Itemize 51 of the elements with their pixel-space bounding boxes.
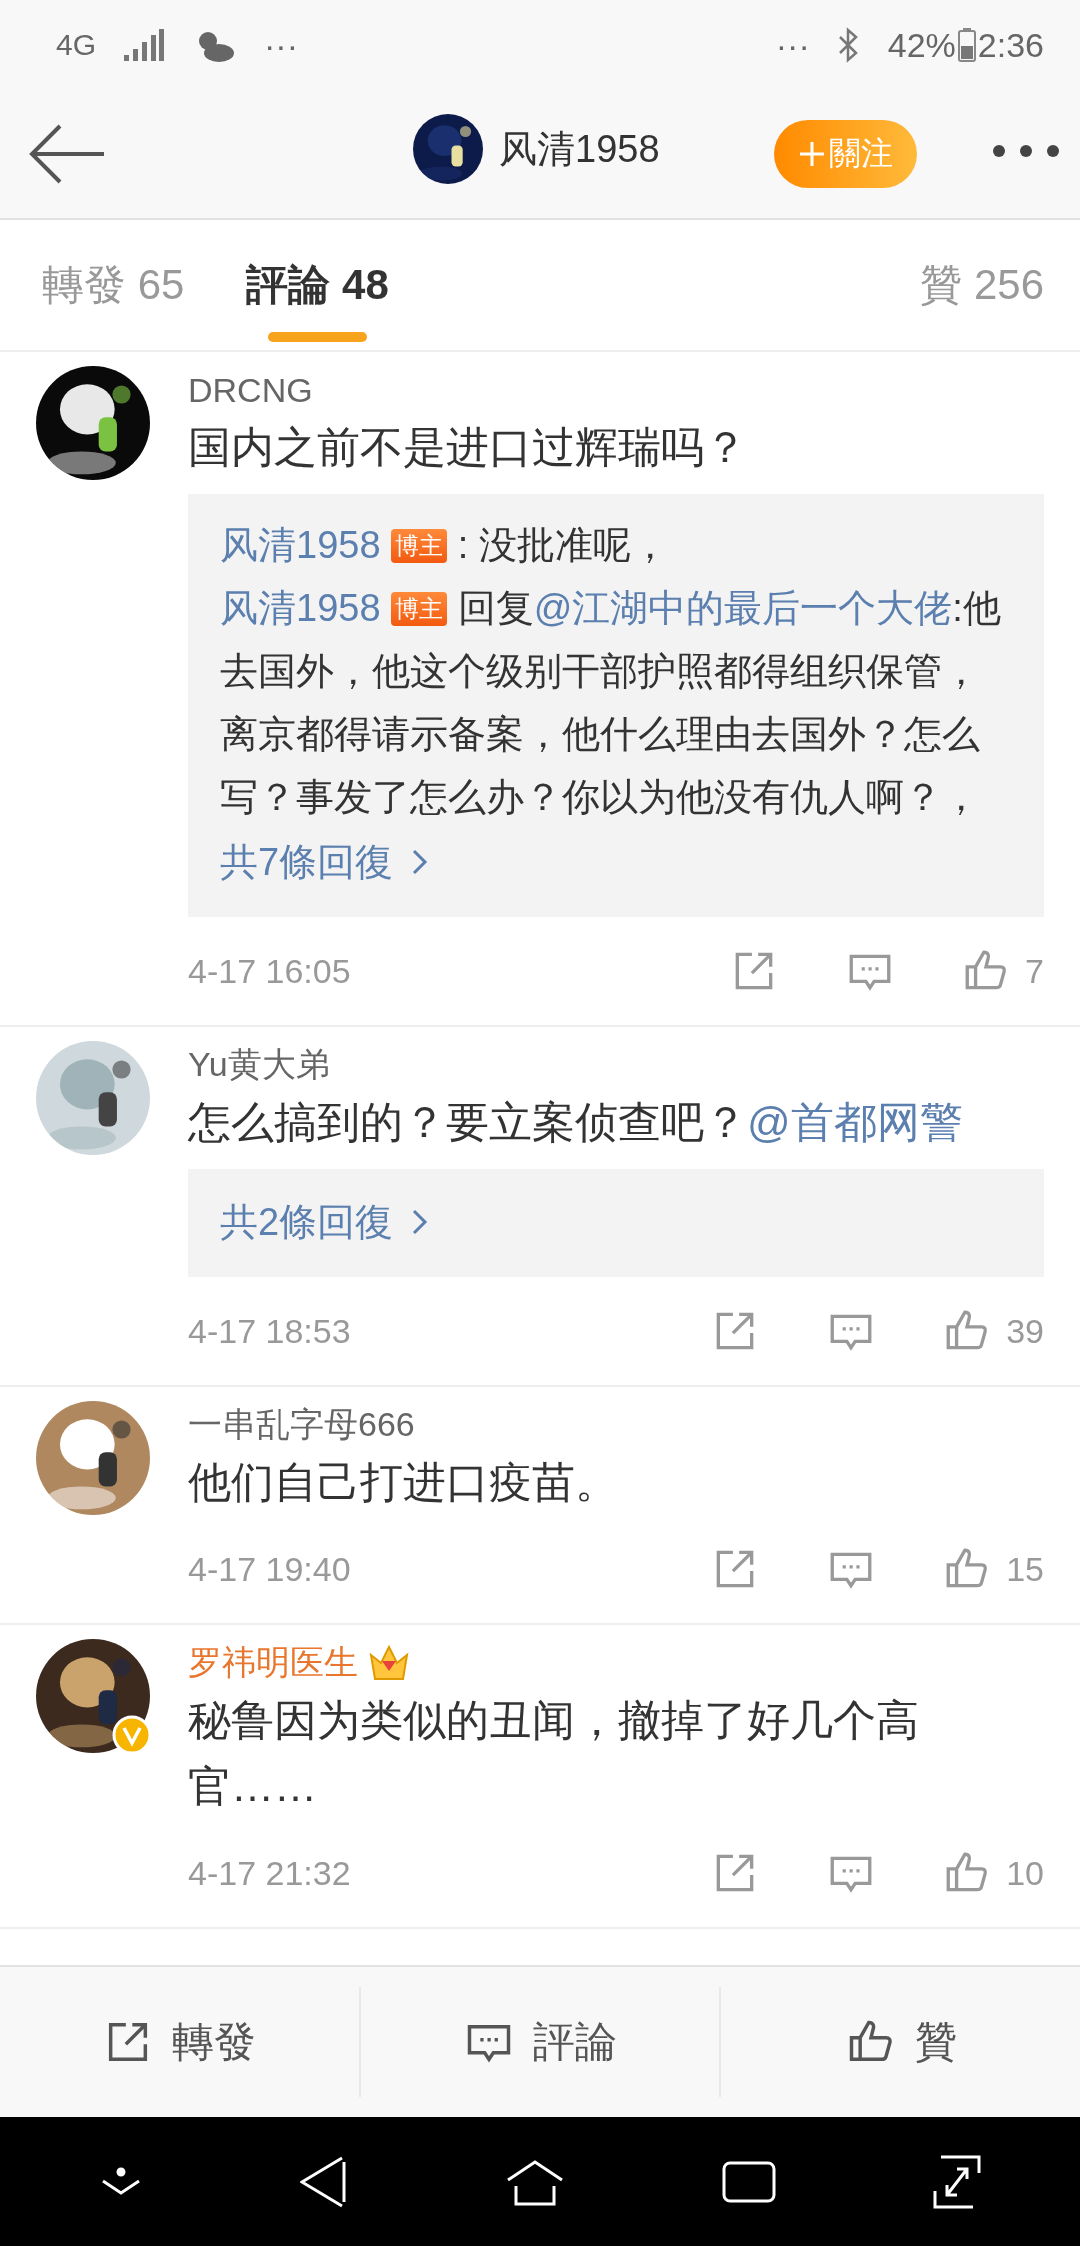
user-link[interactable]: 风清1958 <box>220 524 381 566</box>
verified-badge-icon <box>112 1715 152 1755</box>
mention-link[interactable]: @首都网警 <box>747 1098 963 1146</box>
more-replies-link[interactable]: 共2條回復 <box>220 1189 394 1255</box>
comment-time: 4-17 16:05 <box>188 951 351 991</box>
more-replies-link[interactable]: 共7條回復 <box>220 829 394 895</box>
blogger-badge: 博主 <box>391 529 448 563</box>
more-icon[interactable] <box>992 144 1060 158</box>
like-button[interactable]: 贊 <box>721 1987 1080 2097</box>
blogger-badge: 博主 <box>391 592 448 626</box>
more-indicator: ··· <box>264 25 298 65</box>
user-name[interactable]: 罗祎明医生 <box>188 1640 358 1686</box>
user-name[interactable]: 风清1958 <box>499 123 660 175</box>
back-icon[interactable] <box>28 124 104 184</box>
crown-icon <box>368 1643 410 1683</box>
tab[interactable]: 評論 48 <box>246 220 389 350</box>
battery-percent: 42% <box>887 25 956 65</box>
network-type: 4G <box>56 28 97 62</box>
tab[interactable]: 轉發 65 <box>42 220 185 350</box>
recents-icon[interactable] <box>721 2160 776 2203</box>
like-count: 7 <box>1025 951 1044 991</box>
user-name[interactable]: Yu黄大弟 <box>188 1042 330 1088</box>
comment-time: 4-17 21:32 <box>188 1853 351 1893</box>
like-count: 39 <box>1006 1311 1044 1351</box>
user-link[interactable]: 风清1958 <box>220 587 381 629</box>
more-indicator: ··· <box>775 25 810 65</box>
bluetooth-icon <box>837 27 860 63</box>
mention-link[interactable]: @江湖中的最后一个大佬 <box>533 587 953 629</box>
share-button[interactable]: 轉發 <box>0 1987 361 2097</box>
comment-text: 秘鲁因为类似的丑闻，撤掉了好几个高官…… <box>188 1695 920 1812</box>
signal-icon <box>124 29 165 61</box>
expand-icon[interactable] <box>933 2154 982 2209</box>
like-count: 10 <box>1006 1853 1044 1893</box>
battery-icon <box>957 28 976 62</box>
comment-time: 4-17 19:40 <box>188 1549 351 1589</box>
reply-text: 风清1958 博主 回复@江湖中的最后一个大佬:他去国外，他这个级别干部护照都得组织保管，离京都得请示备案，他什么理由去国外？怎么写？事发了怎么办？你以为他没有仇人啊？， <box>220 586 1002 820</box>
like-count: 15 <box>1006 1549 1044 1589</box>
plus-icon <box>798 141 825 167</box>
back-icon[interactable] <box>300 2155 349 2208</box>
reply-text: 风清1958 博主 : 没批准呢， <box>220 523 670 568</box>
tab[interactable]: 贊 256 <box>920 220 1044 350</box>
comment-time: 4-17 18:53 <box>188 1311 351 1351</box>
user-name[interactable]: 一串乱字母666 <box>188 1402 415 1448</box>
user-name[interactable]: DRCNG <box>188 370 313 410</box>
comment-text: 怎么搞到的？要立案侦查吧？@首都网警 <box>188 1097 964 1148</box>
comment-text: 他们自己打进口疫苗。 <box>188 1457 619 1508</box>
comment-text: 国内之前不是进口过辉瑞吗？ <box>188 422 748 473</box>
comment-button[interactable]: 評論 <box>360 1987 722 2097</box>
chevron-icon <box>411 1208 430 1236</box>
clock: 2:36 <box>977 25 1044 65</box>
chevron-icon <box>411 848 430 876</box>
